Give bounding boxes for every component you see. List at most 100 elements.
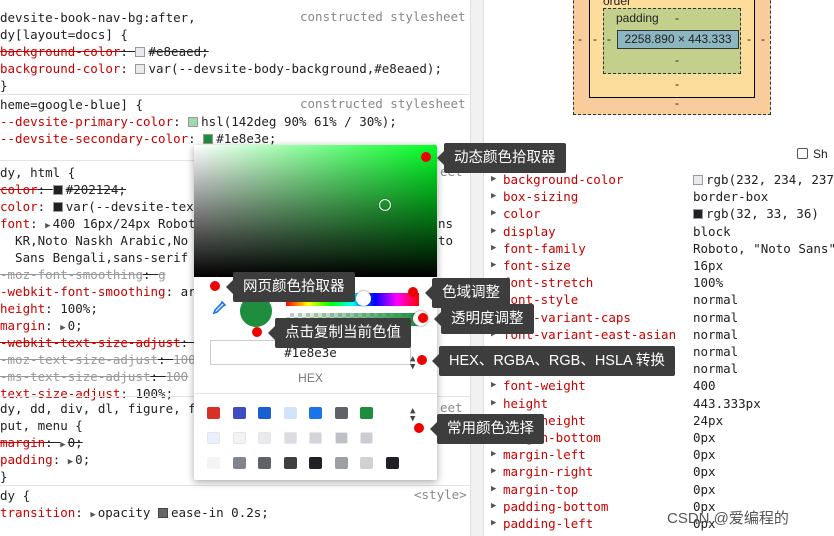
eyedropper-icon[interactable] [210,300,228,318]
show-all-toggle[interactable]: Sh [797,147,828,161]
saturation-cursor[interactable] [379,199,391,211]
border-left-value[interactable]: - [593,32,597,46]
expand-triangle-icon[interactable]: ▶ [491,498,496,515]
rule1-selector[interactable]: devsite-book-nav-bg:after, [0,9,196,26]
computed-row-font-stretch[interactable]: ▶font-stretch100% [491,274,834,291]
rule2-source[interactable]: constructed stylesheet [300,96,466,111]
rule3-line[interactable]: height: 100%; [0,300,98,317]
padding-top-value[interactable]: - [675,11,679,25]
palette-swatch[interactable] [283,457,297,469]
padding-bottom-value[interactable]: - [675,53,679,67]
rule3-line[interactable]: -moz-font-smoothing: g [0,266,166,283]
rule3-line[interactable]: KR,Noto Naskh Arabic,No [0,232,188,249]
palette-swatch[interactable] [258,432,271,444]
palette-swatch[interactable] [258,407,271,419]
palette-swatch[interactable] [283,432,297,444]
computed-row-font-weight[interactable]: ▶ font-weight 400 [491,377,834,394]
computed-row-box-sizing[interactable]: ▶ box-sizing border-box [491,188,834,205]
palette-swatch[interactable] [207,457,220,469]
rule3-line[interactable]: -webkit-font-smoothing: ar [0,283,196,300]
palette-swatch[interactable] [232,407,246,419]
palette-swatch[interactable] [283,407,297,419]
rule3-line[interactable]: color: var(--devsite-tex [0,198,194,215]
expand-triangle-icon[interactable]: ▶ [491,205,496,222]
color-swatch[interactable] [135,64,146,74]
expand-triangle-icon[interactable]: ▶ [491,171,496,188]
color-swatch[interactable] [52,185,63,195]
border-right-value[interactable]: - [747,32,751,46]
rule2-selector[interactable]: heme=google-blue] { [0,96,143,113]
palette-swatch[interactable] [360,457,373,469]
palette-swatch[interactable] [334,432,348,444]
expand-triangle-icon[interactable]: ▶ [491,446,496,463]
margin-left-value[interactable]: - [578,32,582,46]
color-swatch[interactable] [52,202,63,212]
palette-swatch[interactable] [360,432,373,444]
rule3-line[interactable]: -moz-text-size-adjust: 100 [0,351,196,368]
palette-toggle-icon[interactable]: ▲ ▼ [410,407,415,424]
color-picker[interactable]: #1e8e3e HEX ▲ ▼ ▲ ▼ [194,145,437,480]
rule1-decl-2[interactable]: background-color: var(--devsite-body-bac… [0,60,442,77]
rule4-selector2[interactable]: put, menu { [0,417,83,434]
rule5-source[interactable]: <style> [414,487,467,502]
expand-triangle-icon[interactable]: ▶ [68,454,73,471]
rule3-line[interactable]: Sans Bengali,sans-serif [0,249,188,266]
expand-triangle-icon[interactable]: ▶ [90,507,95,524]
expand-triangle-icon[interactable]: ▶ [491,188,496,205]
border-bottom-value[interactable]: - [675,77,679,91]
rule3-line[interactable]: color: #202124; [0,181,126,198]
color-swatch[interactable] [188,117,199,127]
palette-swatch[interactable] [360,407,373,419]
computed-row-background-color[interactable]: ▶ background-color rgb(232, 234, 237 [491,171,834,188]
rule4-decl-padding[interactable]: padding: ▶ 0; [0,451,90,471]
computed-row-margin-right[interactable]: ▶ margin-right 0px [491,463,834,480]
expand-triangle-icon[interactable]: ▶ [491,395,496,412]
palette-swatch[interactable] [258,457,271,469]
computed-row-font-variant-east-asian[interactable]: ▶font-variant-east-asiannormal [491,326,834,343]
palette-swatch[interactable] [207,432,220,444]
expand-triangle-icon[interactable]: ▶ [491,377,496,394]
saturation-value-area[interactable] [194,145,437,277]
rule1-decl-1[interactable]: background-color: #e8eaed; [0,43,209,60]
padding-left-value[interactable]: - [607,32,611,46]
computed-row-color[interactable]: ▶ color rgb(32, 33, 36) [491,205,834,222]
palette-swatch[interactable] [385,457,399,469]
hue-slider-handle[interactable] [356,291,371,306]
rule4-source[interactable]: eet [440,400,463,415]
palette-swatch[interactable] [232,457,246,469]
color-swatch[interactable] [203,134,214,144]
expand-triangle-icon[interactable]: ▶ [491,515,496,532]
rule3-selector[interactable]: dy, html { [0,164,75,181]
margin-bottom-value[interactable]: - [675,96,679,110]
palette-swatch[interactable] [207,407,220,419]
easing-editor-icon[interactable] [157,508,168,518]
computed-row-font-family[interactable]: ▶ font-family Roboto, "Noto Sans" [491,240,834,257]
rule2-decl-1[interactable]: --devsite-primary-color: hsl(142deg 90% … [0,113,397,130]
box-model-content[interactable]: 2258.890 × 443.333 [617,30,739,49]
rule5-selector[interactable]: dy { [0,487,30,504]
palette-swatch[interactable] [334,457,348,469]
palette-swatch[interactable] [309,407,322,419]
palette-swatch[interactable] [309,457,322,469]
palette-swatch[interactable] [309,432,322,444]
palette-swatch[interactable] [334,407,348,419]
expand-triangle-icon[interactable]: ▶ [491,223,496,240]
expand-triangle-icon[interactable]: ▶ [491,257,496,274]
rule1-source[interactable]: constructed stylesheet [300,9,466,24]
expand-triangle-icon[interactable]: ▶ [491,240,496,257]
expand-triangle-icon[interactable]: ▶ [491,463,496,480]
computed-row-font-style[interactable]: ▶font-stylenormal [491,291,834,308]
color-swatch[interactable] [135,47,146,57]
rule3-line[interactable]: -webkit-text-size-adjust: [0,334,196,351]
rule5-decl-transition[interactable]: transition: ▶ opacity ease-in 0.2s; [0,504,269,524]
computed-row-margin-left[interactable]: ▶ margin-left 0px [491,446,834,463]
computed-row-margin-top[interactable]: ▶ margin-top 0px [491,481,834,498]
format-toggle-icon[interactable]: ▲ ▼ [410,355,415,372]
computed-row-font-size[interactable]: ▶ font-size 16px [491,257,834,274]
rule3-line[interactable]: -ms-text-size-adjust: 100 [0,368,188,385]
rule4-selector[interactable]: dy, dd, div, dl, figure, f [0,400,196,417]
pane-splitter[interactable] [470,0,484,536]
rule1-selector2[interactable]: dy[layout=docs] { [0,26,128,43]
margin-right-value[interactable]: - [761,32,765,46]
expand-triangle-icon[interactable]: ▶ [491,481,496,498]
